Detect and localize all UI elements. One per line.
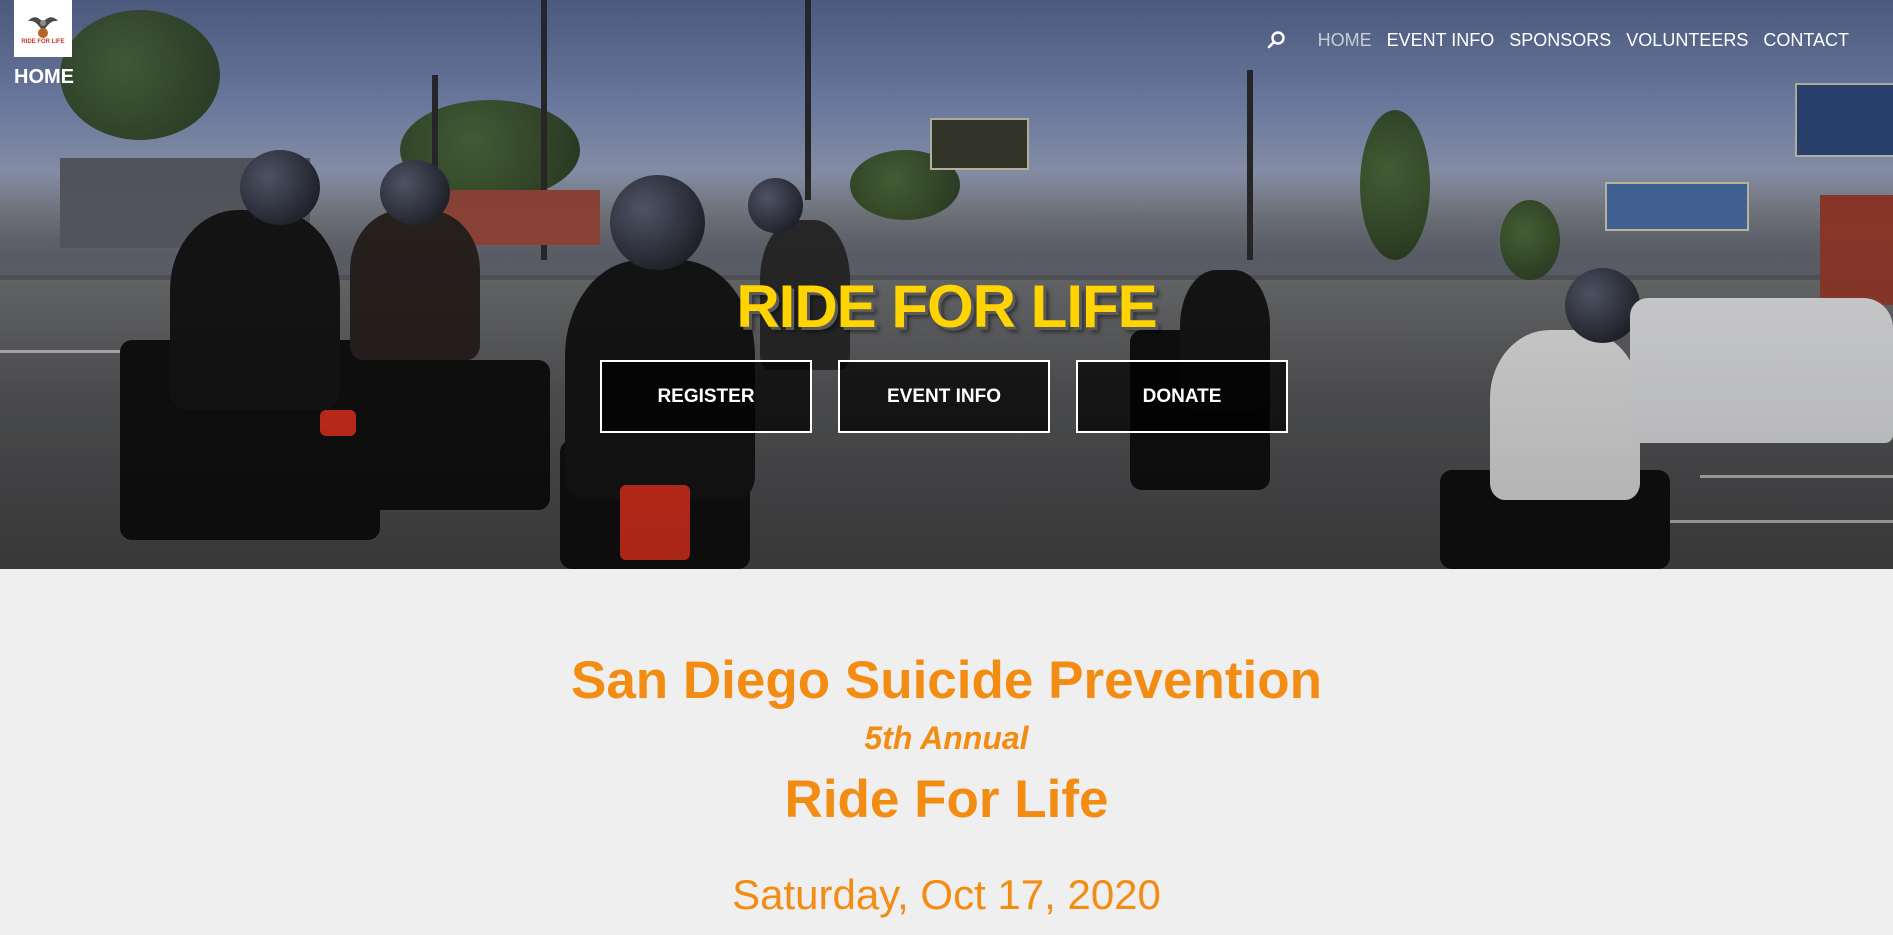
register-button[interactable]: REGISTER [600,360,812,433]
event-intro: San Diego Suicide Prevention 5th Annual … [0,569,1893,935]
donate-button[interactable]: DONATE [1076,360,1288,433]
nav-contact[interactable]: CONTACT [1763,30,1849,51]
home-link[interactable]: HOME [14,66,74,89]
annual-subtitle: 5th Annual [864,720,1029,756]
event-info-button[interactable]: EVENT INFO [838,360,1050,433]
nav-volunteers[interactable]: VOLUNTEERS [1626,30,1748,51]
search-icon[interactable] [1266,29,1288,51]
hero-title: RIDE FOR LIFE [736,273,1157,340]
main-nav: HOME EVENT INFO SPONSORS VOLUNTEERS CONT… [1266,26,1849,54]
nav-event-info[interactable]: EVENT INFO [1387,30,1495,51]
event-date: Saturday, Oct 17, 2020 [732,871,1161,918]
logo-text: RIDE FOR LIFE [21,39,65,45]
nav-home[interactable]: HOME [1318,30,1372,51]
eagle-icon [28,17,58,38]
nav-sponsors[interactable]: SPONSORS [1509,30,1611,51]
hero-button-group: REGISTER EVENT INFO DONATE [600,360,1288,433]
event-name: Ride For Life [784,770,1109,829]
hero-banner: RIDE FOR LIFE REGISTER EVENT INFO DONATE [0,0,1893,569]
organization-title: San Diego Suicide Prevention [570,651,1322,710]
site-logo[interactable]: RIDE FOR LIFE [14,0,72,57]
